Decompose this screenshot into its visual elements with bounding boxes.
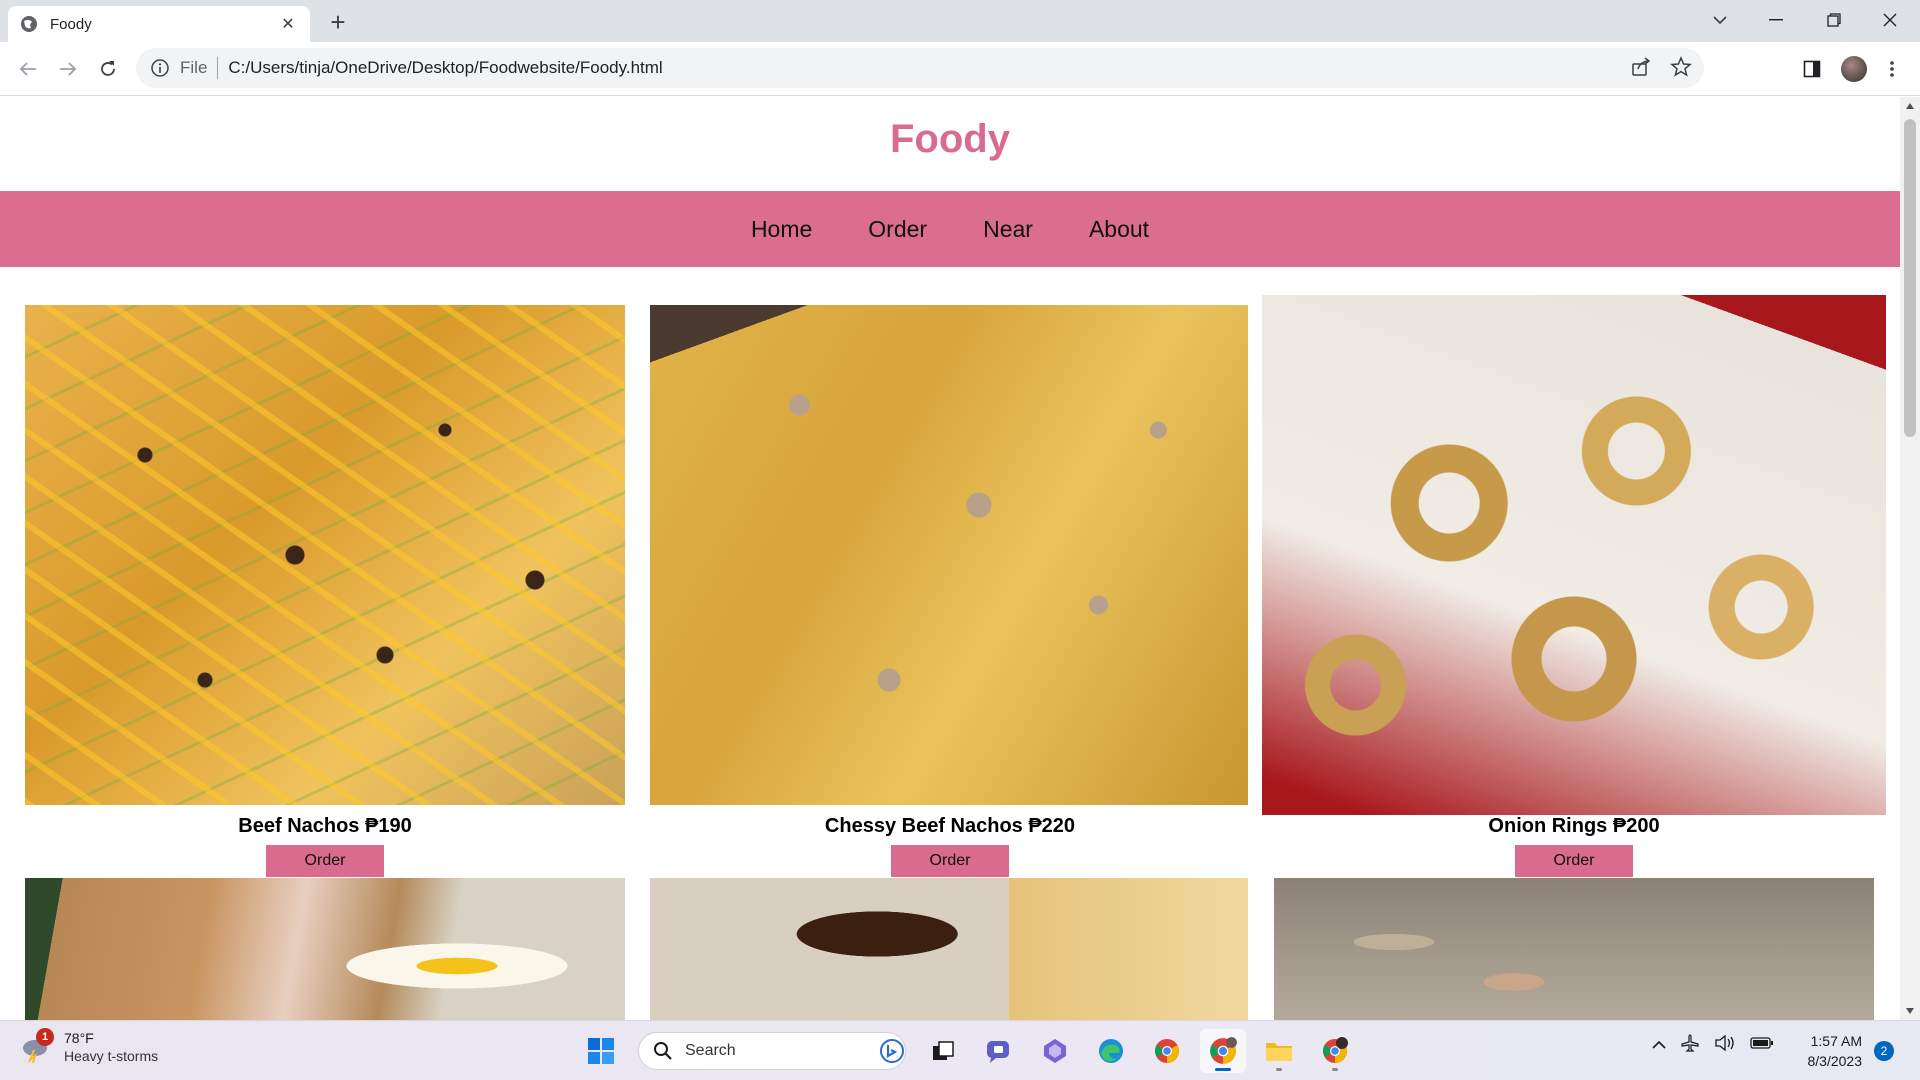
url-text[interactable]: C:/Users/tinja/OneDrive/Desktop/Foodwebs… [228,58,662,78]
taskbar-search[interactable]: Search [638,1032,906,1070]
nav-order[interactable]: Order [868,216,927,243]
side-panel-icon[interactable] [1796,53,1828,85]
globe-icon [20,15,38,33]
omnibox-divider [217,57,219,79]
search-label: Search [685,1042,736,1059]
page-scrollbar[interactable] [1900,97,1920,1020]
share-icon[interactable] [1630,56,1652,83]
forward-arrow-icon[interactable] [52,53,84,85]
weather-widget[interactable]: 1 78°F Heavy t-storms [20,1028,159,1065]
battery-icon[interactable] [1750,1036,1774,1055]
takoyaki-photo [1274,878,1874,1020]
weather-badge: 1 [36,1028,54,1046]
system-tray [1652,1033,1774,1058]
onion-rings-photo [1262,295,1886,815]
address-bar[interactable]: File C:/Users/tinja/OneDrive/Desktop/Foo… [136,48,1704,88]
beef-nachos-photo [25,305,625,805]
product-label: Chessy Beef Nachos ₱220 [824,815,1076,837]
weather-condition: Heavy t-storms [64,1048,159,1064]
chrome-beta-icon[interactable] [1312,1029,1358,1073]
windows-taskbar: 1 78°F Heavy t-storms Search 1:57 AM 8/3… [0,1020,1920,1080]
product-label: Beef Nachos ₱190 [238,815,412,837]
tab-strip: Foody ✕ + [0,0,1920,42]
task-view-icon[interactable] [920,1029,966,1073]
taskbar-apps: Search [578,1029,1358,1073]
chicken-cutlet-egg-photo [25,878,625,1020]
notification-badge[interactable]: 2 [1874,1041,1894,1061]
scroll-up-arrow-icon[interactable] [1900,97,1920,115]
order-button-cheesy-nachos[interactable]: Order [891,845,1009,877]
main-nav: Home Order Near About [0,191,1900,267]
chrome-icon[interactable] [1144,1029,1190,1073]
weather-temp: 78°F [64,1030,94,1046]
teams-chat-icon[interactable] [976,1029,1022,1073]
nav-about[interactable]: About [1089,216,1149,243]
tab-title: Foody [50,15,92,33]
browser-tab[interactable]: Foody ✕ [8,6,310,42]
bookmark-star-icon[interactable] [1670,56,1692,83]
minimize-icon[interactable] [1748,0,1804,40]
kebab-menu-icon[interactable] [1876,53,1908,85]
order-button-beef-nachos[interactable]: Order [266,845,384,877]
tab-search-chevron-icon[interactable] [1692,0,1748,40]
windows-start-icon[interactable] [578,1029,624,1073]
edge-browser-icon[interactable] [1088,1029,1134,1073]
info-icon[interactable] [150,58,170,78]
taskbar-clock[interactable]: 1:57 AM 8/3/2023 [1792,1031,1863,1071]
new-tab-button[interactable]: + [322,6,354,38]
profile-avatar[interactable] [1838,53,1870,85]
back-arrow-icon[interactable] [12,53,44,85]
glazed-wings-photo [650,878,1248,1020]
search-icon [654,1042,672,1060]
copilot-icon[interactable] [1032,1029,1078,1073]
cheesy-nachos-photo [650,305,1248,805]
nav-home[interactable]: Home [751,216,812,243]
chrome-active-icon[interactable] [1200,1029,1246,1073]
clock-time: 1:57 AM [1810,1033,1862,1049]
volume-icon[interactable] [1714,1034,1736,1057]
product-label: Onion Rings ₱200 [1488,815,1660,837]
browser-toolbar: File C:/Users/tinja/OneDrive/Desktop/Foo… [0,42,1920,96]
nav-near[interactable]: Near [983,216,1033,243]
tab-close-icon[interactable]: ✕ [278,14,298,34]
reload-icon[interactable] [92,53,124,85]
storm-cloud-icon: 1 [20,1028,54,1064]
order-button-onion-rings[interactable]: Order [1515,845,1633,877]
close-window-icon[interactable] [1862,0,1918,40]
bing-icon [880,1039,904,1063]
restore-icon[interactable] [1806,0,1862,40]
scheme-label: File [180,58,208,77]
page-viewport: Foody Home Order Near About Beef Nachos … [0,97,1900,1020]
scroll-down-arrow-icon[interactable] [1900,1002,1920,1020]
chevron-up-icon[interactable] [1652,1037,1666,1055]
site-title: Foody [890,117,1010,161]
airplane-mode-icon[interactable] [1680,1033,1700,1058]
clock-date: 8/3/2023 [1807,1053,1863,1069]
file-explorer-icon[interactable] [1256,1029,1302,1073]
scrollbar-thumb[interactable] [1904,119,1916,437]
